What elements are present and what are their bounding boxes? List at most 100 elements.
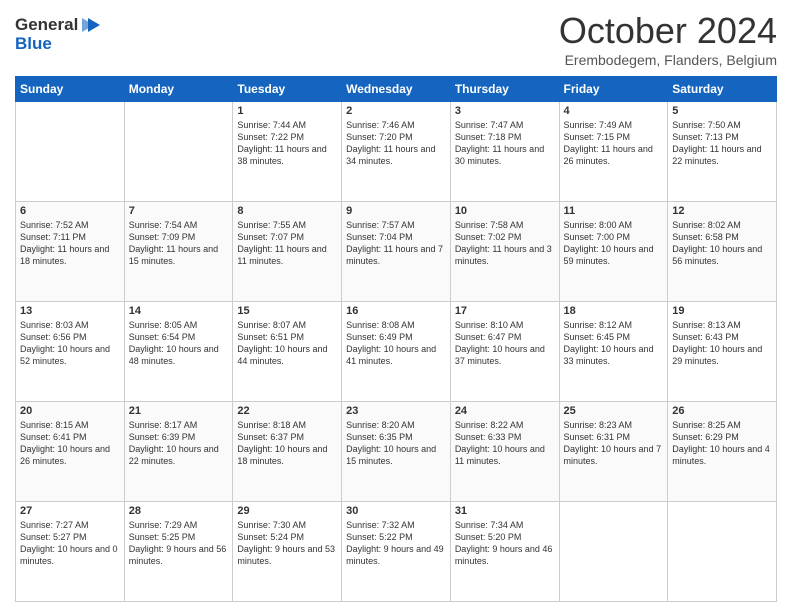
day-number: 28	[129, 505, 229, 517]
cell-info: Sunrise: 7:46 AMSunset: 7:20 PMDaylight:…	[346, 119, 446, 168]
calendar-cell: 8 Sunrise: 7:55 AMSunset: 7:07 PMDaylight…	[233, 202, 342, 302]
cell-info: Sunrise: 8:02 AMSunset: 6:58 PMDaylight:…	[672, 219, 772, 268]
cell-info: Sunrise: 8:18 AMSunset: 6:37 PMDaylight:…	[237, 419, 337, 468]
calendar-cell: 2 Sunrise: 7:46 AMSunset: 7:20 PMDaylight…	[342, 102, 451, 202]
calendar-cell: 17Sunrise: 8:10 AMSunset: 6:47 PMDayligh…	[450, 302, 559, 402]
cell-info: Sunrise: 8:22 AMSunset: 6:33 PMDaylight:…	[455, 419, 555, 468]
calendar-cell: 14 Sunrise: 8:05 AMSunset: 6:54 PMDayligh…	[124, 302, 233, 402]
calendar-week-row: 20 Sunrise: 8:15 AMSunset: 6:41 PMDayligh…	[16, 402, 777, 502]
day-number: 7	[129, 205, 229, 217]
title-block: October 2024 Erembodegem, Flanders, Belg…	[559, 10, 777, 68]
cell-info: Sunrise: 8:25 AMSunset: 6:29 PMDaylight:…	[672, 419, 772, 468]
day-number: 1	[237, 105, 337, 117]
day-number: 23	[346, 405, 446, 417]
cell-info: Sunrise: 7:44 AMSunset: 7:22 PMDaylight:…	[237, 119, 337, 168]
cell-info: Sunrise: 7:55 AMSunset: 7:07 PMDaylight:…	[237, 219, 337, 268]
calendar-cell: 25Sunrise: 8:23 AMSunset: 6:31 PMDayligh…	[559, 402, 668, 502]
day-number: 10	[455, 205, 555, 217]
calendar-cell: 1 Sunrise: 7:44 AMSunset: 7:22 PMDaylight…	[233, 102, 342, 202]
day-number: 11	[564, 205, 664, 217]
cell-info: Sunrise: 8:05 AMSunset: 6:54 PMDaylight:…	[129, 319, 229, 368]
cell-info: Sunrise: 8:07 AMSunset: 6:51 PMDaylight:…	[237, 319, 337, 368]
day-of-week-header: Monday	[124, 77, 233, 102]
day-number: 30	[346, 505, 446, 517]
location: Erembodegem, Flanders, Belgium	[559, 52, 777, 68]
day-number: 6	[20, 205, 120, 217]
cell-info: Sunrise: 8:08 AMSunset: 6:49 PMDaylight:…	[346, 319, 446, 368]
page: General Blue October 2024 Erembodegem, F…	[0, 0, 792, 612]
cell-info: Sunrise: 7:50 AMSunset: 7:13 PMDaylight:…	[672, 119, 772, 168]
logo: General Blue	[15, 14, 102, 54]
calendar-cell: 10 Sunrise: 7:58 AMSunset: 7:02 PMDayligh…	[450, 202, 559, 302]
cell-info: Sunrise: 7:57 AMSunset: 7:04 PMDaylight:…	[346, 219, 446, 268]
logo-icon	[80, 14, 102, 36]
calendar-table: SundayMondayTuesdayWednesdayThursdayFrid…	[15, 76, 777, 602]
calendar-cell: 13Sunrise: 8:03 AMSunset: 6:56 PMDayligh…	[16, 302, 125, 402]
cell-info: Sunrise: 8:03 AMSunset: 6:56 PMDaylight:…	[20, 319, 120, 368]
calendar-cell	[559, 502, 668, 602]
calendar-cell: 4 Sunrise: 7:49 AMSunset: 7:15 PMDaylight…	[559, 102, 668, 202]
header: General Blue October 2024 Erembodegem, F…	[15, 10, 777, 68]
calendar-cell: 30Sunrise: 7:32 AMSunset: 5:22 PMDayligh…	[342, 502, 451, 602]
day-of-week-header: Friday	[559, 77, 668, 102]
calendar-cell: 11 Sunrise: 8:00 AMSunset: 7:00 PMDayligh…	[559, 202, 668, 302]
calendar-cell: 19Sunrise: 8:13 AMSunset: 6:43 PMDayligh…	[668, 302, 777, 402]
cell-info: Sunrise: 7:52 AMSunset: 7:11 PMDaylight:…	[20, 219, 120, 268]
calendar-cell: 18 Sunrise: 8:12 AMSunset: 6:45 PMDayligh…	[559, 302, 668, 402]
day-number: 27	[20, 505, 120, 517]
day-number: 12	[672, 205, 772, 217]
day-number: 8	[237, 205, 337, 217]
calendar-cell: 24Sunrise: 8:22 AMSunset: 6:33 PMDayligh…	[450, 402, 559, 502]
day-number: 26	[672, 405, 772, 417]
cell-info: Sunrise: 7:30 AMSunset: 5:24 PMDaylight:…	[237, 519, 337, 568]
day-of-week-header: Wednesday	[342, 77, 451, 102]
logo-text: General	[15, 14, 102, 36]
calendar-cell	[124, 102, 233, 202]
cell-info: Sunrise: 8:15 AMSunset: 6:41 PMDaylight:…	[20, 419, 120, 468]
calendar-cell: 27 Sunrise: 7:27 AMSunset: 5:27 PMDayligh…	[16, 502, 125, 602]
calendar-cell: 20 Sunrise: 8:15 AMSunset: 6:41 PMDayligh…	[16, 402, 125, 502]
cell-info: Sunrise: 7:27 AMSunset: 5:27 PMDaylight:…	[20, 519, 120, 568]
calendar-cell: 23 Sunrise: 8:20 AMSunset: 6:35 PMDayligh…	[342, 402, 451, 502]
day-of-week-header: Saturday	[668, 77, 777, 102]
day-number: 21	[129, 405, 229, 417]
cell-info: Sunrise: 8:13 AMSunset: 6:43 PMDaylight:…	[672, 319, 772, 368]
cell-info: Sunrise: 7:58 AMSunset: 7:02 PMDaylight:…	[455, 219, 555, 268]
logo-general: General	[15, 15, 78, 35]
calendar-week-row: 27 Sunrise: 7:27 AMSunset: 5:27 PMDayligh…	[16, 502, 777, 602]
calendar-cell: 22Sunrise: 8:18 AMSunset: 6:37 PMDayligh…	[233, 402, 342, 502]
calendar-cell: 12 Sunrise: 8:02 AMSunset: 6:58 PMDayligh…	[668, 202, 777, 302]
calendar-cell: 15 Sunrise: 8:07 AMSunset: 6:51 PMDayligh…	[233, 302, 342, 402]
calendar-cell: 29 Sunrise: 7:30 AMSunset: 5:24 PMDayligh…	[233, 502, 342, 602]
day-number: 31	[455, 505, 555, 517]
calendar-cell: 7 Sunrise: 7:54 AMSunset: 7:09 PMDaylight…	[124, 202, 233, 302]
calendar-cell	[16, 102, 125, 202]
cell-info: Sunrise: 8:20 AMSunset: 6:35 PMDaylight:…	[346, 419, 446, 468]
cell-info: Sunrise: 7:29 AMSunset: 5:25 PMDaylight:…	[129, 519, 229, 568]
calendar-cell: 21 Sunrise: 8:17 AMSunset: 6:39 PMDayligh…	[124, 402, 233, 502]
cell-info: Sunrise: 8:10 AMSunset: 6:47 PMDaylight:…	[455, 319, 555, 368]
cell-info: Sunrise: 8:12 AMSunset: 6:45 PMDaylight:…	[564, 319, 664, 368]
calendar-cell: 28 Sunrise: 7:29 AMSunset: 5:25 PMDayligh…	[124, 502, 233, 602]
cell-info: Sunrise: 7:34 AMSunset: 5:20 PMDaylight:…	[455, 519, 555, 568]
day-number: 20	[20, 405, 120, 417]
calendar-cell: 6 Sunrise: 7:52 AMSunset: 7:11 PMDaylight…	[16, 202, 125, 302]
day-number: 2	[346, 105, 446, 117]
day-number: 14	[129, 305, 229, 317]
calendar-cell	[668, 502, 777, 602]
day-of-week-header: Sunday	[16, 77, 125, 102]
calendar-cell: 9Sunrise: 7:57 AMSunset: 7:04 PMDaylight…	[342, 202, 451, 302]
calendar-cell: 5 Sunrise: 7:50 AMSunset: 7:13 PMDaylight…	[668, 102, 777, 202]
day-number: 5	[672, 105, 772, 117]
day-number: 15	[237, 305, 337, 317]
day-number: 18	[564, 305, 664, 317]
calendar-week-row: 13Sunrise: 8:03 AMSunset: 6:56 PMDayligh…	[16, 302, 777, 402]
cell-info: Sunrise: 7:49 AMSunset: 7:15 PMDaylight:…	[564, 119, 664, 168]
cell-info: Sunrise: 8:17 AMSunset: 6:39 PMDaylight:…	[129, 419, 229, 468]
cell-info: Sunrise: 8:00 AMSunset: 7:00 PMDaylight:…	[564, 219, 664, 268]
day-number: 29	[237, 505, 337, 517]
cell-info: Sunrise: 7:54 AMSunset: 7:09 PMDaylight:…	[129, 219, 229, 268]
calendar-week-row: 6 Sunrise: 7:52 AMSunset: 7:11 PMDaylight…	[16, 202, 777, 302]
month-title: October 2024	[559, 10, 777, 52]
day-number: 4	[564, 105, 664, 117]
